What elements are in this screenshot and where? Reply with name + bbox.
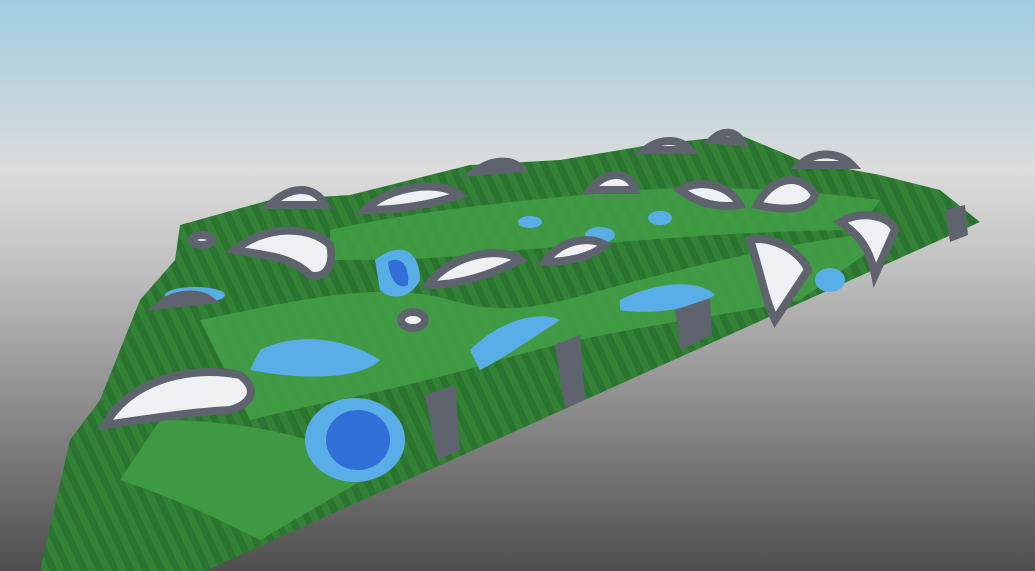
- terrain-viewport[interactable]: [0, 0, 1035, 571]
